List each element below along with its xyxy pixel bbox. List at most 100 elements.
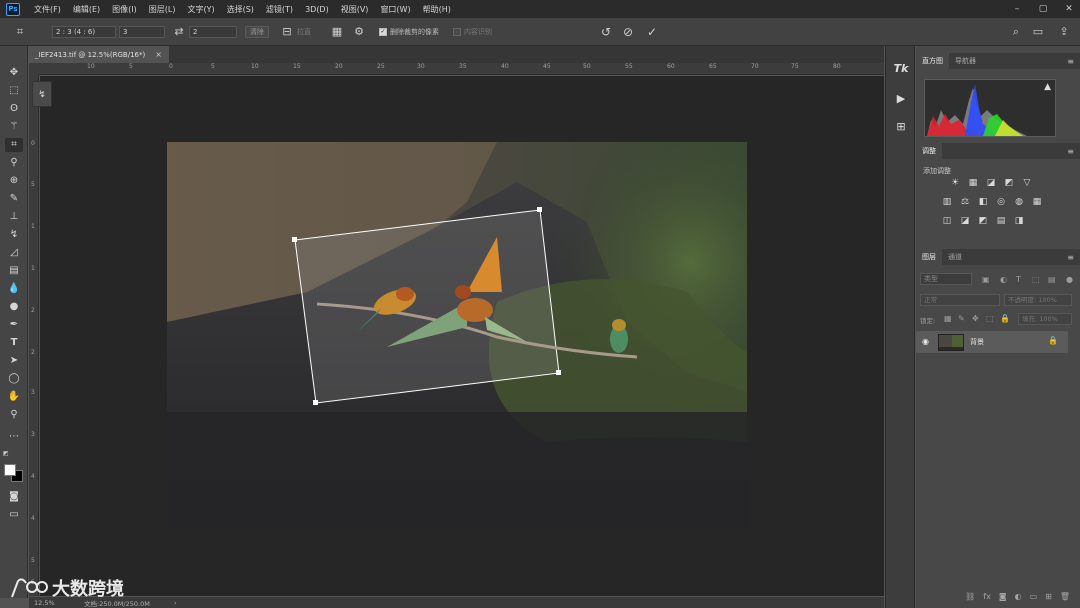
blend-mode-select[interactable]: 正常 <box>920 294 1000 306</box>
menu-file[interactable]: 文件(F) <box>28 4 67 15</box>
threshold-icon[interactable]: ◩ <box>976 215 990 227</box>
layer-style-icon[interactable]: fx <box>983 592 991 606</box>
history-brush-tool-icon[interactable]: ↯ <box>5 228 23 242</box>
lock-image-icon[interactable]: ✎ <box>958 314 965 323</box>
brightness-icon[interactable]: ☀ <box>948 177 962 189</box>
panel-menu-icon[interactable]: ≡ <box>1067 57 1074 66</box>
tk-plugin-icon[interactable]: Tk <box>893 62 909 76</box>
filter-adjustment-icon[interactable]: ◐ <box>1000 275 1007 284</box>
panel-menu-icon[interactable]: ≡ <box>1067 253 1074 262</box>
layer-name[interactable]: 背景 <box>970 337 984 347</box>
filter-pixel-icon[interactable]: ▣ <box>982 275 990 284</box>
document-canvas[interactable] <box>167 142 747 529</box>
cancel-icon[interactable]: ⊘ <box>620 25 636 39</box>
layer-mask-icon[interactable]: ◙ <box>999 592 1007 606</box>
brush-tool-icon[interactable]: ✎ <box>5 192 23 206</box>
ratio-select[interactable]: 2 : 3 (4 : 6) <box>52 25 116 38</box>
reset-icon[interactable]: ↺ <box>598 25 614 39</box>
hand-tool-icon[interactable]: ✋ <box>5 390 23 404</box>
menu-layer[interactable]: 图层(L) <box>143 4 182 15</box>
swap-icon[interactable]: ⇄ <box>171 25 187 38</box>
settings-gear-icon[interactable]: ⚙ <box>351 25 367 38</box>
straighten-icon[interactable]: ⊟ <box>279 25 295 38</box>
search-icon[interactable]: ⌕ <box>1008 25 1024 39</box>
crop-tool-icon[interactable]: ⌗ <box>12 25 28 39</box>
tab-channels[interactable]: 通道 <box>942 249 968 265</box>
tab-histogram[interactable]: 直方图 <box>916 53 949 69</box>
lock-artboard-icon[interactable]: ⬚ <box>986 314 994 323</box>
invert-icon[interactable]: ◫ <box>940 215 954 227</box>
clear-button[interactable]: 清除 <box>245 25 269 38</box>
delete-layer-icon[interactable]: 🗑 <box>1060 592 1070 606</box>
tab-layers[interactable]: 图层 <box>916 249 942 265</box>
close-button[interactable]: ✕ <box>1064 4 1074 14</box>
tab-navigator[interactable]: 导航器 <box>949 53 982 69</box>
menu-window[interactable]: 窗口(W) <box>374 4 416 15</box>
lock-transparent-icon[interactable]: ▦ <box>944 314 952 323</box>
tab-adjustments[interactable]: 调整 <box>916 143 942 159</box>
filter-smart-icon[interactable]: ▤ <box>1048 275 1056 284</box>
hue-saturation-icon[interactable]: ▥ <box>940 196 954 208</box>
foreground-color-swatch[interactable] <box>4 464 16 476</box>
content-aware-checkbox[interactable] <box>453 27 461 36</box>
blur-tool-icon[interactable]: 💧 <box>5 282 23 296</box>
channel-mixer-icon[interactable]: ◍ <box>1012 196 1026 208</box>
menu-filter[interactable]: 滤镜(T) <box>260 4 299 15</box>
adjustment-layer-icon[interactable]: ◐ <box>1015 592 1022 606</box>
eraser-tool-icon[interactable]: ◿ <box>5 246 23 260</box>
menu-3d[interactable]: 3D(D) <box>299 5 335 14</box>
gradient-tool-icon[interactable]: ▤ <box>5 264 23 278</box>
visibility-eye-icon[interactable]: ◉ <box>922 337 929 346</box>
menu-type[interactable]: 文字(Y) <box>181 4 220 15</box>
fill-field[interactable]: 填充: 100% <box>1018 313 1072 325</box>
layer-lock-icon[interactable]: 🔒 <box>1048 336 1058 345</box>
selective-color-icon[interactable]: ◨ <box>1012 215 1026 227</box>
panel-menu-icon[interactable]: ≡ <box>1067 147 1074 156</box>
ratio-height-input[interactable]: 2 <box>189 25 237 38</box>
status-menu-arrow-icon[interactable]: › <box>174 599 177 607</box>
filter-shape-icon[interactable]: ⬚ <box>1032 275 1040 284</box>
quick-mask-icon[interactable]: ◙ <box>5 490 23 504</box>
pen-tool-icon[interactable]: ✒ <box>5 318 23 332</box>
levels-icon[interactable]: ▦ <box>966 177 980 189</box>
posterize-icon[interactable]: ◪ <box>958 215 972 227</box>
play-action-icon[interactable]: ▶ <box>893 92 909 106</box>
curves-icon[interactable]: ◪ <box>984 177 998 189</box>
menu-edit[interactable]: 编辑(E) <box>67 4 106 15</box>
screen-mode-icon[interactable]: ▭ <box>5 508 23 522</box>
straighten-label[interactable]: 拉直 <box>297 27 311 37</box>
new-layer-icon[interactable]: ⊞ <box>1045 592 1052 606</box>
menu-select[interactable]: 选择(S) <box>221 4 260 15</box>
type-tool-icon[interactable]: T <box>5 336 23 350</box>
warning-icon[interactable]: ▲ <box>1044 82 1051 92</box>
color-lookup-icon[interactable]: ▦ <box>1030 196 1044 208</box>
photo-filter-icon[interactable]: ◎ <box>994 196 1008 208</box>
lock-all-icon[interactable]: 🔒 <box>1000 314 1010 323</box>
properties-icon[interactable]: ⊞ <box>893 120 909 134</box>
dodge-tool-icon[interactable]: ● <box>5 300 23 314</box>
group-icon[interactable]: ▭ <box>1030 592 1038 606</box>
layer-kind-filter[interactable]: 类型 <box>920 273 972 285</box>
eyedropper-tool-icon[interactable]: ⚲ <box>5 156 23 170</box>
lasso-tool-icon[interactable]: ʘ <box>5 102 23 116</box>
more-tools-icon[interactable]: ⋯ <box>5 430 23 444</box>
filter-toggle-icon[interactable]: ● <box>1066 275 1073 284</box>
workspace-icon[interactable]: ▭ <box>1030 25 1046 38</box>
ratio-width-input[interactable]: 3 <box>119 25 165 38</box>
opacity-field[interactable]: 不透明度: 100% <box>1004 294 1072 306</box>
zoom-tool-icon[interactable]: ⚲ <box>5 408 23 422</box>
menu-view[interactable]: 视图(V) <box>335 4 375 15</box>
layer-row[interactable]: ◉ 背景 🔒 <box>916 331 1068 353</box>
crop-tool-icon[interactable]: ⌗ <box>5 138 23 152</box>
marquee-tool-icon[interactable]: ⬚ <box>5 84 23 98</box>
filter-type-icon[interactable]: T <box>1016 275 1021 284</box>
overlay-grid-icon[interactable]: ▦ <box>329 25 345 38</box>
lock-position-icon[interactable]: ✥ <box>972 314 979 323</box>
color-balance-icon[interactable]: ⚖ <box>958 196 972 208</box>
delete-cropped-checkbox[interactable]: ✓ <box>379 27 387 36</box>
commit-check-icon[interactable]: ✓ <box>644 25 660 39</box>
minimize-button[interactable]: – <box>1012 4 1022 14</box>
share-icon[interactable]: ⇪ <box>1056 25 1072 38</box>
gradient-map-icon[interactable]: ▤ <box>994 215 1008 227</box>
menu-help[interactable]: 帮助(H) <box>417 4 457 15</box>
